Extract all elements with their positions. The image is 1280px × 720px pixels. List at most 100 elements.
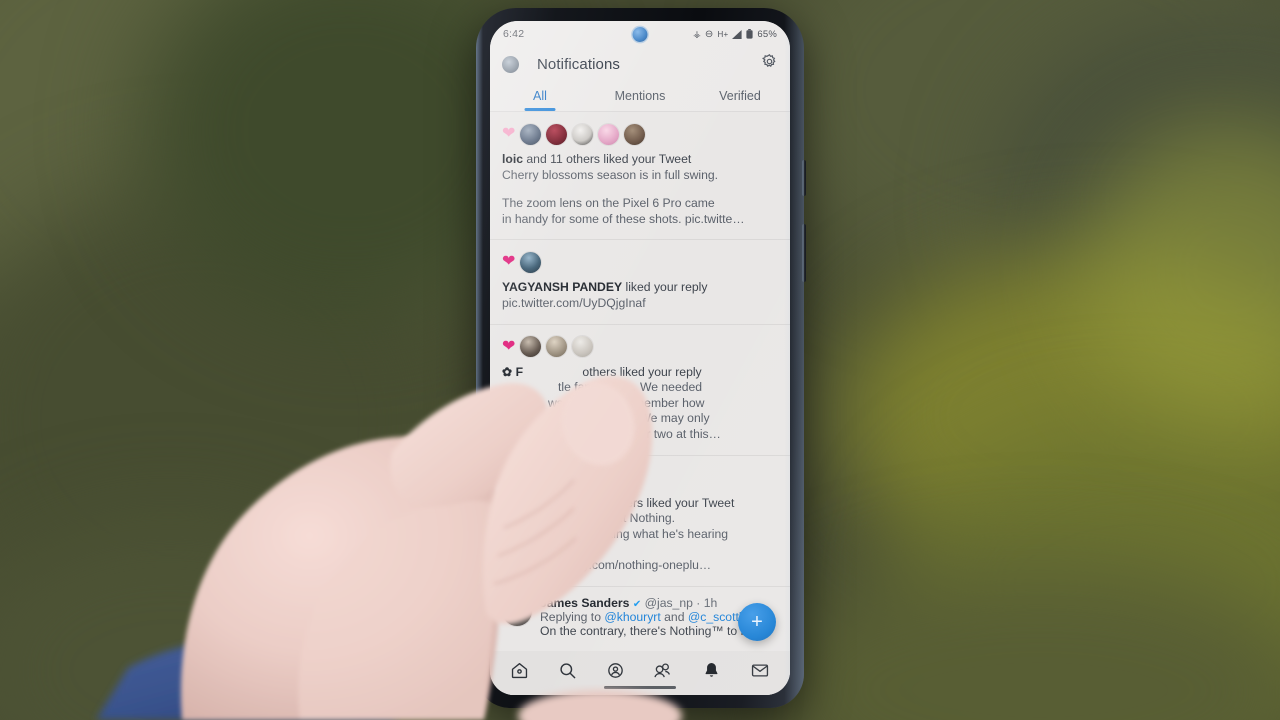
verified-badge-icon: ✔ [632,598,642,610]
notification-item[interactable]: ❤ ✿ F others liked your reply tle fan pr… [490,325,790,456]
avatar[interactable] [546,336,568,358]
notification-headline: loic and 11 others liked your Tweet [502,152,778,168]
avatar[interactable] [572,123,594,145]
smartphone-device: 6:42 ⚶ ⊖ H+ 65% Notifications All Mentio… [476,8,806,708]
notification-body-line: pic.twitter.com/UyDQjgInaf [502,295,646,310]
heart-icon: ❤ [502,125,516,142]
avatar[interactable] [502,595,532,626]
notification-actor: ✿ F [502,364,524,379]
notification-body-line: in handy for some of these shots. pic.tw… [502,211,745,226]
avatar[interactable] [562,467,583,489]
notification-body-text: ari were? Gah. We may only [556,411,710,426]
tweet-timestamp: 1h [703,595,718,610]
home-gesture-bar [604,686,676,689]
notification-body-line: ari were? Gah. We may only [502,411,778,427]
network-type-label: H+ [717,29,729,39]
front-camera-punch-hole [632,27,648,42]
notification-body-line: Cherry blossoms season is in full swing. [502,167,719,182]
notification-actor: loic [502,152,523,166]
heart-icon: ❤ [502,337,516,355]
phone-screen: 6:42 ⚶ ⊖ H+ 65% Notifications All Mentio… [490,21,790,695]
notification-item[interactable]: ❤ loic and 11 others liked your Tweet Ch… [490,112,790,241]
avatar[interactable] [624,123,646,145]
notification-actor: YAGYANSH PANDEY [502,280,623,295]
notification-body-line: too. [502,542,523,557]
notification-item[interactable]: ❤ YAGYANSH PANDEY liked your reply pic.t… [490,240,790,325]
notification-action: and 11 others liked your Tweet [523,152,692,166]
app-header: Notifications [490,47,790,81]
status-bar: 6:42 ⚶ ⊖ H+ 65% [490,21,790,47]
notifications-feed[interactable]: ❤ loic and 11 others liked your Tweet Ch… [490,112,790,695]
notification-headline: onstantin A. and 3 others liked your Twe… [502,496,778,512]
tweet-separator: · [692,595,704,610]
notification-body-text: ws this year. Remember how [548,395,705,410]
replying-prefix: Replying to [540,609,605,624]
home-icon[interactable] [510,661,529,685]
communities-icon[interactable] [653,661,673,685]
status-time: 6:42 [503,28,525,40]
tab-mentions-label: Mentions [614,89,666,103]
notification-body-line: tle fan press… We needed [502,380,778,396]
notification-avatars [502,467,778,489]
tweet-author-name: James Sanders [540,595,630,610]
search-icon[interactable] [558,661,577,685]
avatar[interactable] [546,123,568,145]
avatar[interactable] [520,251,542,273]
messages-envelope-icon[interactable] [750,661,770,685]
notification-body-line: I'm kinda excited about Nothing. [502,511,676,526]
replying-and: and [660,609,688,624]
notifications-bell-icon[interactable] [702,661,721,685]
notification-body-text: tle fan press… We needed [558,380,703,395]
spaces-icon[interactable] [606,661,625,685]
tab-verified-label: Verified [719,89,761,103]
avatar[interactable] [572,336,594,358]
heart-icon: ❤ [502,253,516,271]
gear-icon[interactable] [761,53,778,75]
notification-avatars: ❤ [502,336,778,358]
status-icons: ⚶ ⊖ H+ 65% [693,29,777,40]
tab-all[interactable]: All [490,81,590,111]
bg-blob [760,560,1280,720]
tweet-text: On the contrary, there's Nothing™ to be [540,623,755,638]
plus-icon: + [751,611,763,633]
notification-item[interactable]: onstantin A. and 3 others liked your Twe… [490,456,790,587]
profile-avatar[interactable] [502,55,519,73]
compose-tweet-fab[interactable]: + [738,603,776,641]
notifications-tabs: All Mentions Verified [490,81,790,111]
mention-link[interactable]: @khouryrt [604,610,660,624]
notification-body-line: The zoom lens on the Pixel 6 Pro came [502,196,715,211]
tweet-handle: @jas_np [644,595,693,610]
tab-mentions[interactable]: Mentions [590,81,690,111]
signal-bars-icon [732,29,742,39]
power-button[interactable] [802,160,806,196]
tab-verified[interactable]: Verified [690,81,790,111]
notification-avatars: ❤ [502,123,778,145]
notification-body-line: s brilliance in one or two at this… [502,427,778,443]
notification-action: and 3 others liked your Tweet [571,495,735,510]
notification-body-line: @c_scottbrown is liking what he's hearin… [502,526,729,541]
notification-actor: onstantin A. [502,495,572,510]
battery-icon [746,29,753,39]
avatar[interactable] [536,467,557,489]
volume-button[interactable] [802,224,806,282]
avatar[interactable] [520,123,542,145]
tweet-replying-to: Replying to @khouryrt and @c_scottbr [540,610,754,624]
page-title: Notifications [537,55,621,73]
tweet-meta: James Sanders ✔ @jas_np · 1h [540,596,754,610]
battery-percent: 65% [757,28,777,40]
avatar[interactable] [598,123,620,145]
bluetooth-icon: ⚶ [693,28,701,39]
notification-headline: ✿ F others liked your reply [502,365,778,381]
avatar[interactable] [520,336,542,358]
tab-all-label: All [533,89,547,103]
notification-body-line: androidauthority.com/nothing-oneplu… [502,557,712,572]
notification-action: others liked your reply [579,364,702,379]
notification-action: liked your reply [622,280,708,295]
do-not-disturb-icon: ⊖ [704,28,714,40]
notification-body-text: s brilliance in one or two at this… [542,426,721,441]
notification-body-line: ws this year. Remember how [502,396,778,412]
notification-avatars: ❤ [502,251,778,273]
avatar[interactable] [588,467,609,489]
notification-headline: YAGYANSH PANDEY liked your reply [502,280,778,296]
